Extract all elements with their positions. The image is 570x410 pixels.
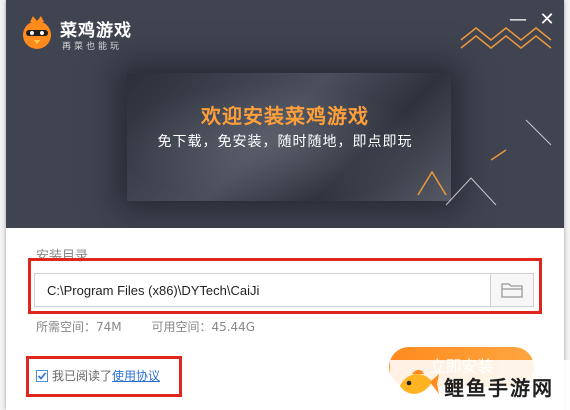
app-tagline: 再菜也能玩 — [62, 42, 123, 52]
chick-logo-icon — [23, 16, 51, 49]
highlight-box-install-dir — [28, 258, 542, 314]
carp-fish-icon — [400, 369, 439, 394]
required-space-text: 所需空间：74M — [36, 320, 122, 334]
watermark-text: 鲤鱼手游网 — [444, 376, 554, 400]
installer-window: 菜鸡游戏 再菜也能玩 — ✕ 欢迎安装菜鸡游戏 免下载，免安装，随时随地，即点即… — [6, 0, 564, 410]
minimize-button[interactable]: — — [508, 10, 528, 30]
hero-banner: 菜鸡游戏 再菜也能玩 — ✕ 欢迎安装菜鸡游戏 免下载，免安装，随时随地，即点即… — [6, 0, 564, 228]
space-info: 所需空间：74M 可用空间：45.44G — [36, 318, 281, 335]
close-button[interactable]: ✕ — [537, 10, 557, 30]
hero-subtitle: 免下载，免安装，随时随地，即点即玩 — [157, 134, 413, 150]
app-title: 菜鸡游戏 — [60, 21, 132, 41]
highlight-box-agreement — [26, 356, 182, 397]
available-space-text: 可用空间：45.44G — [151, 320, 256, 334]
app-logo: 菜鸡游戏 再菜也能玩 — [18, 14, 188, 54]
hero-title: 欢迎安装菜鸡游戏 — [201, 104, 369, 128]
watermark: 鲤鱼手游网 — [390, 360, 570, 410]
